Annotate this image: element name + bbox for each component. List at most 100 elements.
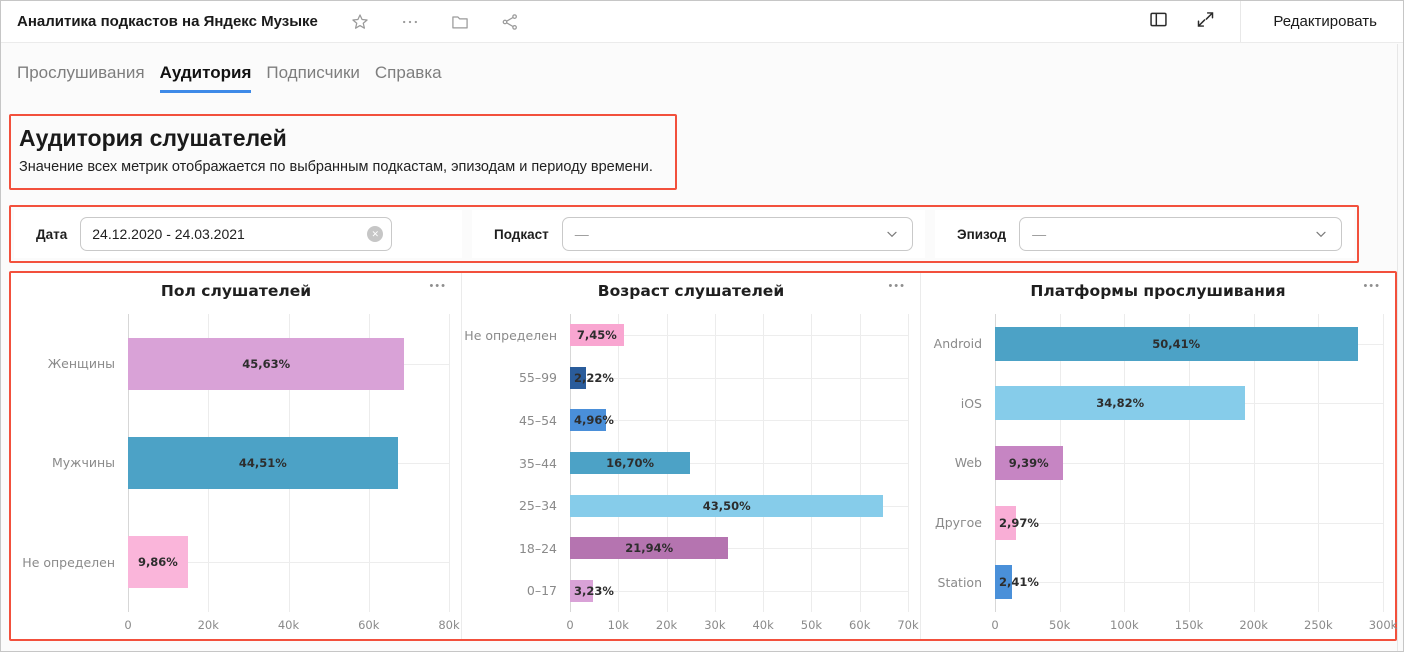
axis-tick-label: 50k xyxy=(801,618,822,632)
date-filter-label: Дата xyxy=(36,227,67,242)
chart-menu-icon[interactable]: ••• xyxy=(888,280,906,292)
bar-row: 44,51% xyxy=(128,413,449,512)
chart-menu-icon[interactable]: ••• xyxy=(1363,280,1381,292)
row-gridline xyxy=(570,591,908,592)
bar-value-label: 2,97% xyxy=(999,516,1039,530)
bar-value-label: 34,82% xyxy=(1096,396,1144,410)
split-view-icon[interactable] xyxy=(1148,9,1169,35)
clear-date-icon[interactable]: ✕ xyxy=(367,226,383,242)
section-header-box: Аудитория слушателей Значение всех метри… xyxy=(9,114,677,190)
bar-row: 2,22% xyxy=(570,357,908,400)
share-icon[interactable] xyxy=(500,12,520,32)
axis-tick-label: 0 xyxy=(991,618,998,632)
topbar-divider xyxy=(1240,1,1241,42)
tab-listens[interactable]: Прослушивания xyxy=(17,63,145,93)
episode-select[interactable]: — xyxy=(1019,217,1342,251)
fullscreen-icon[interactable] xyxy=(1195,9,1216,35)
plot-area: 50,41% 34,82% 9,39% 2,97% 2,41% xyxy=(995,314,1383,612)
page-title: Аудитория слушателей xyxy=(19,125,659,152)
chart-header: Пол слушателей ••• xyxy=(23,282,449,306)
star-icon[interactable] xyxy=(350,12,370,32)
bar-value-label: 9,39% xyxy=(1009,456,1049,470)
axis-tick-label: 0 xyxy=(566,618,573,632)
toolbar-icons xyxy=(350,12,520,32)
category-label: Другое xyxy=(933,493,982,553)
chart-body: Не определен55–9945–5435–4425–3418–240–1… xyxy=(474,314,908,612)
axis-tick-label: 70k xyxy=(897,618,918,632)
axis-tick-label: 200k xyxy=(1239,618,1268,632)
bar-row: 16,70% xyxy=(570,442,908,485)
page-description: Значение всех метрик отображается по выб… xyxy=(19,159,659,175)
bar-row: 45,63% xyxy=(128,314,449,413)
axis-tick-label: 20k xyxy=(656,618,677,632)
top-bar: Аналитика подкастов на Яндекс Музыке xyxy=(1,1,1403,43)
filters-row: Дата ✕ Подкаст — Эпизод — xyxy=(9,205,1359,263)
chart-body: ЖенщиныМужчиныНе определен 45,63% 44,51% 9… xyxy=(23,314,449,612)
x-axis-spacer xyxy=(933,612,995,634)
bar-value-label: 44,51% xyxy=(239,456,287,470)
scrollbar[interactable] xyxy=(1397,44,1403,651)
axis-tick-label: 40k xyxy=(278,618,299,632)
axis-tick-label: 0 xyxy=(124,618,131,632)
axis-tick-label: 300k xyxy=(1369,618,1398,632)
episode-filter-label: Эпизод xyxy=(957,227,1006,242)
chart-title: Платформы прослушивания xyxy=(933,282,1383,300)
category-label: 35–44 xyxy=(474,442,557,485)
more-icon[interactable] xyxy=(400,12,420,32)
gridline xyxy=(449,314,450,612)
axis-tick-label: 100k xyxy=(1110,618,1139,632)
tab-bar: Прослушивания Аудитория Подписчики Справ… xyxy=(1,43,1403,93)
chart-header: Возраст слушателей ••• xyxy=(474,282,908,306)
category-label: 25–34 xyxy=(474,484,557,527)
date-filter: Дата ✕ xyxy=(14,210,462,258)
axis-tick-label: 30k xyxy=(704,618,725,632)
category-labels: ЖенщиныМужчиныНе определен xyxy=(23,314,128,612)
x-axis: 010k20k30k40k50k60k70k xyxy=(570,612,908,634)
bar-row: 50,41% xyxy=(995,314,1383,374)
x-axis-spacer xyxy=(474,612,570,634)
tab-audience[interactable]: Аудитория xyxy=(160,63,252,93)
podcast-select-value: — xyxy=(575,226,589,242)
bar-row: 3,23% xyxy=(570,569,908,612)
bar-row: 4,96% xyxy=(570,399,908,442)
chevron-down-icon xyxy=(1313,226,1329,242)
bar-value-label: 2,22% xyxy=(574,371,614,385)
bar-value-label: 21,94% xyxy=(625,541,673,555)
tab-subscribers[interactable]: Подписчики xyxy=(266,63,360,93)
bar-row: 9,86% xyxy=(128,513,449,612)
chart-header: Платформы прослушивания ••• xyxy=(933,282,1383,306)
bar-row: 9,39% xyxy=(995,433,1383,493)
bar-value-label: 9,86% xyxy=(138,555,178,569)
folder-icon[interactable] xyxy=(450,12,470,32)
bar-value-label: 7,45% xyxy=(577,328,617,342)
gridline xyxy=(908,314,909,612)
axis-tick-label: 60k xyxy=(358,618,379,632)
podcast-filter-label: Подкаст xyxy=(494,227,549,242)
bar-value-label: 16,70% xyxy=(606,456,654,470)
episode-select-value: — xyxy=(1032,226,1046,242)
bar-value-label: 4,96% xyxy=(574,413,614,427)
tab-help[interactable]: Справка xyxy=(375,63,442,93)
bar-row: 43,50% xyxy=(570,484,908,527)
chart-age: Возраст слушателей ••• Не определен55–99… xyxy=(461,273,920,639)
axis-tick-label: 40k xyxy=(752,618,773,632)
x-axis: 050k100k150k200k250k300k xyxy=(995,612,1383,634)
podcast-select[interactable]: — xyxy=(562,217,913,251)
charts-panel: Пол слушателей ••• ЖенщиныМужчиныНе опре… xyxy=(9,271,1397,641)
date-range-input[interactable] xyxy=(80,217,392,251)
category-label: 45–54 xyxy=(474,399,557,442)
chart-body: AndroidiOSWebДругоеStation 50,41%34,82%9… xyxy=(933,314,1383,612)
edit-button[interactable]: Редактировать xyxy=(1263,7,1387,36)
plot-area: 45,63% 44,51% 9,86% xyxy=(128,314,449,612)
row-gridline xyxy=(995,582,1383,583)
bar-row: 2,41% xyxy=(995,552,1383,612)
plot-area: 7,45% 2,22% 4,96% 16,70% 43,50% 21,94% 3,23% xyxy=(570,314,908,612)
row-gridline xyxy=(995,523,1383,524)
x-axis-row: 020k40k60k80k xyxy=(23,612,449,634)
category-label: iOS xyxy=(933,374,982,434)
axis-tick-label: 80k xyxy=(438,618,459,632)
chart-menu-icon[interactable]: ••• xyxy=(429,280,447,292)
axis-tick-label: 50k xyxy=(1049,618,1070,632)
chart-platforms: Платформы прослушивания ••• AndroidiOSWe… xyxy=(920,273,1395,639)
bar-value-label: 45,63% xyxy=(242,357,290,371)
